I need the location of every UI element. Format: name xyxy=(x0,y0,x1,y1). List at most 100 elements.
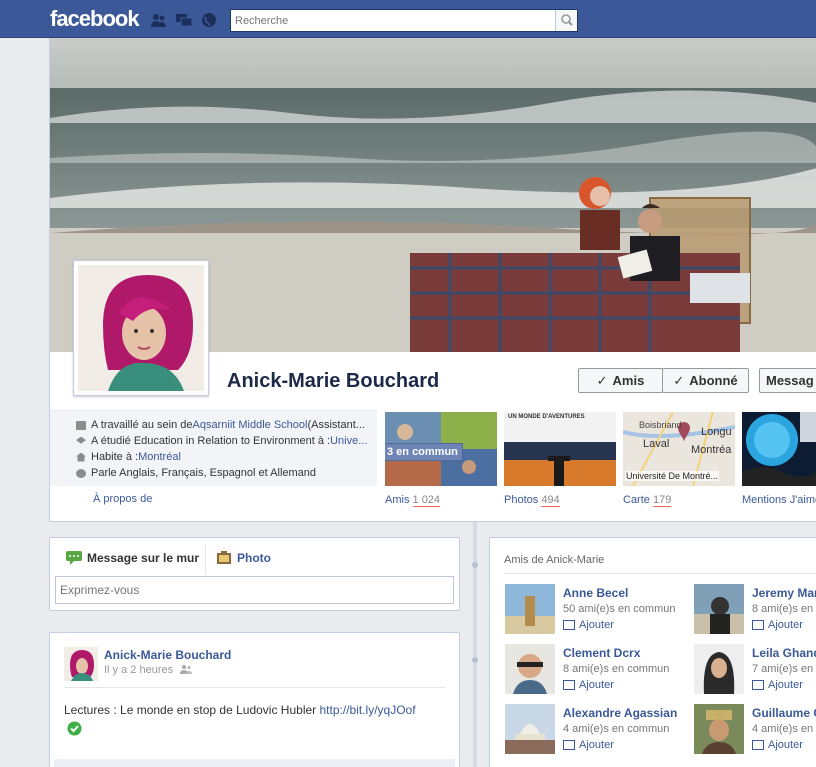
friend-mutual-count[interactable]: 4 ami(e)s en commun xyxy=(563,723,669,735)
profile-picture[interactable] xyxy=(73,260,209,396)
friends-section-link[interactable]: Amis 1 024 xyxy=(385,494,441,507)
lives-link[interactable]: Montréal xyxy=(138,451,181,463)
map-place-universite: Université De Montré... xyxy=(625,471,720,481)
add-friend-button[interactable]: Ajouter xyxy=(563,739,614,751)
add-friend-button[interactable]: Ajouter xyxy=(752,679,803,691)
photos-thumbnail[interactable]: UN MONDE D'AVENTURES xyxy=(504,412,616,486)
work-info: A travaillé au sein de Aqsarniit Middle … xyxy=(76,417,365,433)
friend-suggestion: Guillaume C 4 ami(e)s en Ajouter xyxy=(694,704,816,756)
location-info: Habite à : Montréal xyxy=(76,449,181,465)
tab-wall-post[interactable]: Message sur le mur xyxy=(66,551,199,565)
add-friend-button[interactable]: Ajouter xyxy=(563,679,614,691)
tab-photo-label: Photo xyxy=(237,551,271,565)
friend-mutual-count[interactable]: 4 ami(e)s en xyxy=(752,723,813,735)
friend-photo xyxy=(694,644,744,694)
add-friend-icon xyxy=(752,620,764,630)
subscribed-button[interactable]: ✓ Abonné xyxy=(662,368,749,393)
speech-bubble-icon xyxy=(66,551,82,565)
map-place-boisbriand: Boisbriand xyxy=(639,420,682,430)
friend-mutual-count[interactable]: 50 ami(e)s en commun xyxy=(563,603,676,615)
friends-label: Amis xyxy=(385,494,410,506)
languages-info: Parle Anglais, Français, Espagnol et All… xyxy=(76,465,316,481)
add-friend-icon xyxy=(563,680,575,690)
lives-prefix: Habite à : xyxy=(91,451,139,463)
about-link[interactable]: À propos de xyxy=(93,493,152,505)
post-author-name[interactable]: Anick-Marie Bouchard xyxy=(104,648,231,662)
mutual-friends-badge: 3 en commun xyxy=(385,443,463,461)
photos-count: 494 xyxy=(541,494,560,507)
friend-name[interactable]: Guillaume C xyxy=(752,706,816,720)
friend-mutual-count[interactable]: 8 ami(e)s en xyxy=(752,603,813,615)
friends-button-label: Amis xyxy=(612,373,645,388)
study-link[interactable]: Unive... xyxy=(330,435,367,447)
add-friend-button[interactable]: Ajouter xyxy=(752,739,803,751)
friend-name[interactable]: Leila Ghand xyxy=(752,646,816,660)
search-input[interactable] xyxy=(231,10,553,31)
profile-photo-image xyxy=(78,265,204,391)
notifications-globe-icon[interactable] xyxy=(200,12,218,28)
likes-thumbnail[interactable] xyxy=(742,412,816,486)
add-friend-icon xyxy=(752,740,764,750)
friend-mutual-count[interactable]: 8 ami(e)s en commun xyxy=(563,663,669,675)
add-friend-label: Ajouter xyxy=(579,679,614,691)
post-footer-bar xyxy=(54,759,455,767)
post-body: Lectures : Le monde en stop de Ludovic H… xyxy=(64,703,416,717)
post-separator xyxy=(64,687,445,688)
search-box[interactable] xyxy=(230,9,578,32)
add-friend-button[interactable]: Ajouter xyxy=(563,619,614,631)
friend-photo xyxy=(505,644,555,694)
photos-section-link[interactable]: Photos 494 xyxy=(504,494,560,507)
search-button[interactable] xyxy=(555,10,577,31)
tab-photo[interactable]: Photo xyxy=(216,551,271,565)
friend-suggestion: Clement Dcrx 8 ami(e)s en commun Ajouter xyxy=(505,644,705,696)
friend-mutual-count[interactable]: 7 ami(e)s en xyxy=(752,663,813,675)
post-author-avatar[interactable] xyxy=(64,647,98,681)
friend-avatar[interactable] xyxy=(694,704,744,754)
messages-icon[interactable] xyxy=(175,12,193,28)
message-button[interactable]: Messag xyxy=(759,368,816,393)
add-friend-label: Ajouter xyxy=(579,739,614,751)
post-link[interactable]: http://bit.ly/yqJOof xyxy=(320,703,416,717)
add-friend-icon xyxy=(752,680,764,690)
tab-wall-post-label: Message sur le mur xyxy=(87,551,200,565)
likes-section-link[interactable]: Mentions J'aime xyxy=(742,494,816,506)
friend-name[interactable]: Alexandre Agassian xyxy=(563,706,677,720)
post-time-text: Il y a 2 heures xyxy=(104,664,174,676)
post-timestamp[interactable]: Il y a 2 heures xyxy=(104,664,193,676)
friend-name[interactable]: Anne Becel xyxy=(563,586,628,600)
friend-name[interactable]: Clement Dcrx xyxy=(563,646,640,660)
friend-name[interactable]: Jeremy Mar xyxy=(752,586,816,600)
audience-friends-icon[interactable] xyxy=(180,664,193,674)
work-link[interactable]: Aqsarniit Middle School xyxy=(193,419,308,431)
tab-divider xyxy=(205,544,206,574)
friends-button[interactable]: ✓ Amis xyxy=(578,368,663,393)
likes-label: Mentions J'aime xyxy=(742,494,816,506)
author-avatar-image xyxy=(64,647,98,681)
add-friend-button[interactable]: Ajouter xyxy=(752,619,803,631)
map-place-longueuil: Longu xyxy=(701,426,732,438)
map-place-montreal: Montréa xyxy=(691,444,732,456)
friend-suggestion: Alexandre Agassian 4 ami(e)s en commun A… xyxy=(505,704,705,756)
camera-icon xyxy=(217,551,231,564)
education-info: A étudié Education in Relation to Enviro… xyxy=(76,433,367,449)
map-thumbnail[interactable]: Boisbriand Laval Longu Montréa Universit… xyxy=(623,412,735,486)
check-icon: ✓ xyxy=(673,372,685,388)
friend-avatar[interactable] xyxy=(505,584,555,634)
friend-avatar[interactable] xyxy=(694,584,744,634)
friend-avatar[interactable] xyxy=(694,644,744,694)
friend-avatar[interactable] xyxy=(505,644,555,694)
friend-requests-icon[interactable] xyxy=(150,12,168,28)
add-friend-label: Ajouter xyxy=(768,619,803,631)
friend-suggestion: Jeremy Mar 8 ami(e)s en Ajouter xyxy=(694,584,816,636)
status-input[interactable] xyxy=(55,576,454,604)
friend-avatar[interactable] xyxy=(505,704,555,754)
timeline-header: Anick-Marie Bouchard ✓ Amis ✓ Abonné Messa… xyxy=(49,38,816,522)
profile-name[interactable]: Anick-Marie Bouchard xyxy=(227,370,439,393)
map-section-link[interactable]: Carte 179 xyxy=(623,494,672,507)
friends-box-separator xyxy=(504,573,816,574)
top-bar: facebook xyxy=(0,0,816,38)
add-friend-icon xyxy=(563,620,575,630)
photos-preview-image xyxy=(504,412,616,486)
friends-thumbnail[interactable]: 3 en commun xyxy=(385,412,497,486)
facebook-logo[interactable]: facebook xyxy=(50,6,140,32)
